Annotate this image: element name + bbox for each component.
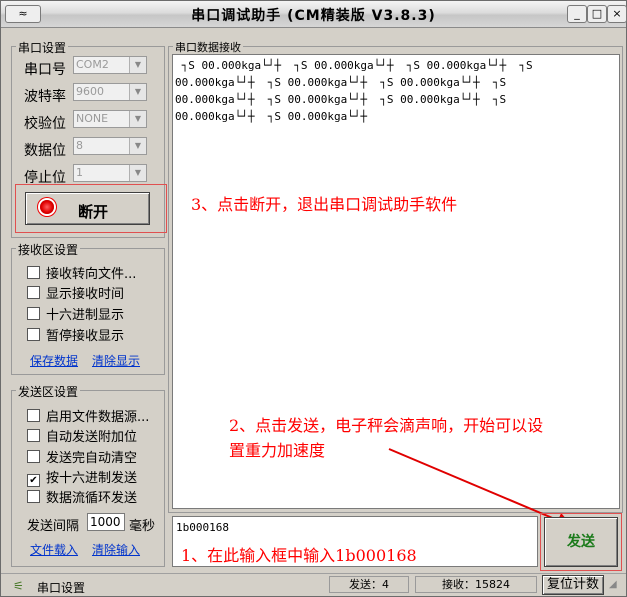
- annotation-step2-line2: 置重力加速度: [229, 441, 326, 460]
- databits-select[interactable]: 8 ▼: [73, 137, 147, 155]
- loop-send-checkbox[interactable]: 数据流循环发送: [27, 487, 137, 506]
- status-sent: 发送：4: [329, 576, 409, 593]
- checkbox-label: 按十六进制发送: [46, 471, 138, 486]
- send-settings-title: 发送区设置: [16, 383, 81, 400]
- clear-display-link[interactable]: 清除显示: [92, 352, 140, 369]
- show-time-checkbox[interactable]: 显示接收时间: [27, 283, 124, 302]
- chevron-down-icon: ▼: [129, 165, 146, 181]
- red-led-icon: [40, 200, 54, 214]
- parity-select[interactable]: NONE ▼: [73, 110, 147, 128]
- hex-send-checkbox[interactable]: ✔ 按十六进制发送: [27, 467, 137, 487]
- port-label: 串口号: [24, 62, 66, 78]
- close-icon: ×: [612, 7, 622, 20]
- checkbox-label: 自动发送附加位: [46, 430, 138, 445]
- checkbox-icon: [27, 490, 40, 503]
- minimize-icon: _: [574, 7, 580, 20]
- checkmark-icon: ✔: [27, 474, 40, 487]
- parity-value: NONE: [76, 112, 109, 125]
- hex-display-checkbox[interactable]: 十六进制显示: [27, 304, 124, 323]
- checkbox-label: 数据流循环发送: [46, 491, 138, 506]
- maximize-icon: □: [591, 7, 603, 20]
- checkbox-label: 十六进制显示: [46, 308, 125, 323]
- redirect-to-file-checkbox[interactable]: 接收转向文件...: [27, 263, 136, 282]
- interval-unit: 毫秒: [129, 519, 156, 534]
- title-bar: ≈ 串口调试助手 (CM精装版 V3.8.3) _ □ ×: [1, 1, 627, 28]
- databits-value: 8: [76, 139, 83, 152]
- minimize-button[interactable]: _: [567, 5, 587, 23]
- disconnect-label: 断开: [78, 203, 109, 221]
- checkbox-label: 启用文件数据源...: [46, 410, 150, 425]
- checkbox-icon: [27, 328, 40, 341]
- receive-settings-title: 接收区设置: [16, 241, 81, 258]
- auto-append-checkbox[interactable]: 自动发送附加位: [27, 426, 137, 445]
- status-received: 接收：15824: [415, 576, 537, 593]
- send-input[interactable]: 1b000168 1、在此输入框中输入1b000168: [172, 516, 538, 567]
- interval-input[interactable]: 1000: [87, 513, 125, 531]
- serial-settings-title: 串口设置: [16, 39, 69, 56]
- annotation-step3: 3、点击断开，退出串口调试助手软件: [191, 195, 458, 214]
- stopbits-value: 1: [76, 166, 83, 179]
- status-divider: [1, 573, 626, 574]
- annotation-step2-line1: 2、点击发送，电子秤会滴声响，开始可以设: [229, 416, 544, 435]
- port-value: COM2: [76, 58, 109, 71]
- checkbox-icon: [27, 286, 40, 299]
- send-input-value: 1b000168: [176, 521, 229, 534]
- baud-select[interactable]: 9600 ▼: [73, 83, 147, 101]
- checkbox-icon: [27, 450, 40, 463]
- load-file-link[interactable]: 文件载入: [30, 541, 78, 558]
- chevron-down-icon: ▼: [129, 138, 146, 154]
- chevron-down-icon: ▼: [129, 57, 146, 73]
- receive-line: 00.000kga└┘┼ ┐S 00.000kga└┘┼: [175, 110, 368, 123]
- chevron-down-icon: ▼: [129, 84, 146, 100]
- close-button[interactable]: ×: [607, 5, 627, 23]
- stopbits-select[interactable]: 1 ▼: [73, 164, 147, 182]
- send-button[interactable]: 发送: [544, 517, 618, 567]
- checkbox-label: 接收转向文件...: [46, 267, 137, 282]
- interval-label: 发送间隔: [27, 519, 80, 534]
- checkbox-label: 发送完自动清空: [46, 451, 138, 466]
- pause-display-checkbox[interactable]: 暂停接收显示: [27, 325, 124, 344]
- receive-line: 00.000kga└┘┼ ┐S 00.000kga└┘┼ ┐S 00.000kg…: [175, 76, 507, 89]
- status-port-label: 串口设置: [37, 581, 86, 595]
- checkbox-label: 暂停接收显示: [46, 329, 125, 344]
- save-data-link[interactable]: 保存数据: [30, 352, 78, 369]
- baud-label: 波特率: [24, 89, 66, 105]
- checkbox-icon: [27, 307, 40, 320]
- file-source-checkbox[interactable]: 启用文件数据源...: [27, 406, 149, 425]
- app-window: ≈ 串口调试助手 (CM精装版 V3.8.3) _ □ × 串口设置 串口号 C…: [0, 0, 627, 597]
- maximize-button[interactable]: □: [587, 5, 607, 23]
- reset-count-button[interactable]: 复位计数: [542, 575, 604, 595]
- checkbox-icon: [27, 409, 40, 422]
- clear-input-link[interactable]: 清除输入: [92, 541, 140, 558]
- databits-label: 数据位: [24, 143, 66, 159]
- checkbox-icon: [27, 429, 40, 442]
- auto-clear-checkbox[interactable]: 发送完自动清空: [27, 447, 137, 466]
- window-title: 串口调试助手 (CM精装版 V3.8.3): [191, 8, 436, 24]
- checkbox-icon: [27, 266, 40, 279]
- parity-label: 校验位: [24, 116, 66, 132]
- port-select[interactable]: COM2 ▼: [73, 56, 147, 74]
- receive-area-title: 串口数据接收: [173, 39, 243, 55]
- receive-line: 00.000kga└┘┼ ┐S 00.000kga└┘┼ ┐S 00.000kg…: [175, 93, 507, 106]
- resize-grip-icon: ◢: [609, 579, 617, 590]
- baud-value: 9600: [76, 85, 104, 98]
- checkbox-label: 显示接收时间: [46, 287, 125, 302]
- receive-line: ┐S 00.000kga└┘┼ ┐S 00.000kga└┘┼ ┐S 00.00…: [175, 59, 533, 72]
- annotation-step1: 1、在此输入框中输入1b000168: [181, 546, 417, 565]
- chevron-down-icon: ▼: [129, 111, 146, 127]
- disconnect-button[interactable]: 断开: [25, 192, 150, 225]
- antenna-icon: ⚟: [13, 579, 24, 593]
